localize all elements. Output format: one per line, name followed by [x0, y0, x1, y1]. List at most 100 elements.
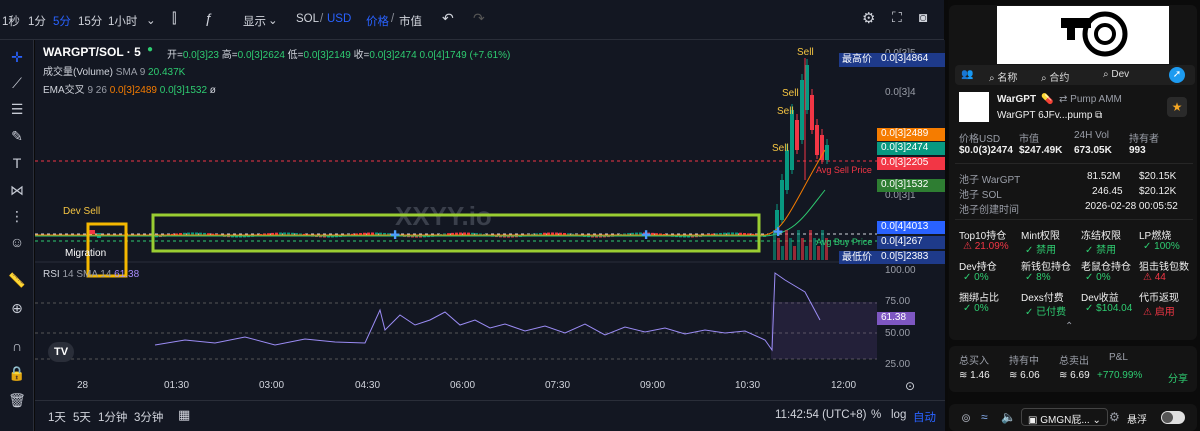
lock-icon[interactable]: 🔒	[7, 363, 27, 383]
tab-contract[interactable]: ⌕ 合约	[1041, 69, 1069, 84]
chevron-down-icon[interactable]: ⌄	[146, 13, 156, 27]
time-tick: 06:00	[450, 380, 476, 391]
float-toggle[interactable]	[1161, 411, 1185, 424]
indicators-icon[interactable]: ƒ	[205, 10, 213, 26]
mcap-toggle[interactable]: 市值	[399, 13, 422, 29]
undo-icon[interactable]: ↶	[442, 10, 454, 27]
candle	[283, 232, 286, 235]
favorite-star-icon[interactable]: ★	[1167, 97, 1187, 117]
dot-icon: ●	[147, 44, 154, 55]
stat-label: 持有者	[1129, 134, 1159, 145]
candle	[543, 232, 546, 235]
candle	[375, 232, 378, 235]
interval-5m[interactable]: 5分	[53, 13, 71, 29]
drawing-toolbar: ✛ ⟋ ☰ ✎ T ⋈ ⋮ ☺ 📏 ⊕ ∩ 🔒 🗑	[0, 40, 34, 431]
pool-v1: 246.45	[1092, 186, 1123, 197]
candle	[551, 232, 554, 235]
metric-label: 新钱包持仓	[1021, 262, 1071, 273]
volume-bar	[789, 238, 792, 260]
usd-toggle[interactable]: USD	[327, 13, 351, 25]
stat-label: 24H Vol	[1074, 130, 1110, 141]
fib-icon[interactable]: ⋮	[7, 206, 27, 226]
camera-icon[interactable]: ◙	[919, 9, 927, 25]
auto-toggle[interactable]: 自动	[913, 409, 936, 425]
candle	[735, 232, 738, 235]
pattern-icon[interactable]: ⋈	[7, 180, 27, 200]
candle	[463, 232, 466, 235]
candle-type-icon[interactable]: ⫿	[172, 10, 176, 27]
magnet-icon[interactable]: ∩	[7, 336, 27, 356]
wave-icon[interactable]: ≈	[981, 410, 988, 424]
range-1d[interactable]: 1天	[48, 409, 66, 425]
trendline-icon[interactable]: ⟋	[7, 73, 27, 93]
fullscreen-icon[interactable]: ⛶	[892, 9, 902, 26]
range-1min[interactable]: 1分钟	[98, 409, 127, 425]
share-arrow-icon[interactable]: ➚	[1169, 67, 1185, 83]
candle	[287, 232, 290, 235]
people-icon[interactable]: 👥	[961, 69, 973, 80]
emoji-icon[interactable]: ☺	[7, 232, 27, 252]
pool-label: 池子 WarGPT	[959, 175, 1021, 186]
ruler-icon[interactable]: 📏	[7, 270, 27, 290]
share-button[interactable]: 分享	[1168, 370, 1188, 385]
stat-mcap: $247.49K	[1019, 145, 1063, 156]
metric-label: Dev持仓	[959, 262, 997, 273]
avg-sell-tag: 0.0[3]2205	[877, 157, 945, 170]
interval-1h[interactable]: 1小时	[108, 13, 137, 29]
metric-value: ⚠ 启用	[1143, 307, 1175, 318]
gear-icon[interactable]: ⚙	[862, 9, 875, 27]
reset-time-icon[interactable]: ⊙	[905, 379, 915, 393]
sell-label: Sell	[782, 88, 799, 99]
clock-label[interactable]: 11:42:54 (UTC+8)	[775, 409, 867, 421]
percent-toggle[interactable]: %	[871, 409, 881, 421]
volume-bar	[801, 238, 804, 260]
range-5d[interactable]: 5天	[73, 409, 91, 425]
sell-label: Sell	[797, 47, 814, 58]
candle	[195, 232, 198, 235]
gear-icon[interactable]: ⚙	[1109, 410, 1120, 424]
token-banner-image	[997, 6, 1169, 64]
chevron-down-icon[interactable]: ⌄	[268, 13, 278, 27]
wifi-icon[interactable]: ⊚	[961, 411, 971, 425]
rsi-band	[771, 302, 877, 359]
volume-bar	[777, 238, 780, 260]
trash-icon[interactable]: 🗑	[7, 390, 27, 410]
range-3min[interactable]: 3分钟	[134, 409, 163, 425]
candle	[459, 232, 462, 235]
buy-marker-icon: ✚	[773, 225, 783, 239]
sol-toggle[interactable]: SOL	[296, 13, 319, 25]
volume-bar	[805, 246, 808, 260]
tab-dev[interactable]: ⌕ Dev	[1103, 69, 1129, 80]
calendar-icon[interactable]: ▦	[178, 407, 190, 423]
pnl-label: 持有中	[1009, 356, 1039, 367]
interval-1m[interactable]: 1分	[28, 13, 46, 29]
tradingview-logo-icon[interactable]: TV	[48, 342, 74, 362]
brush-icon[interactable]: ✎	[7, 126, 27, 146]
rsi-legend: RSI 14 SMA 14 61.38	[43, 269, 140, 280]
chevron-up-icon[interactable]: ⌃	[1065, 321, 1073, 332]
brand-select[interactable]: ▣ GMGN屁... ⌄	[1021, 408, 1108, 426]
avg-buy-label: Avg Buy Price	[816, 237, 873, 247]
horizontal-lines-icon[interactable]: ☰	[7, 99, 27, 119]
candle	[367, 232, 370, 235]
token-sub[interactable]: WarGPT 6JFv...pump ⧉	[997, 110, 1102, 121]
display-button[interactable]: 显示	[243, 13, 266, 29]
price-tick: 0.0[3]4	[885, 87, 916, 98]
interval-1s[interactable]: 1秒	[2, 13, 20, 29]
stat-label: 市值	[1019, 134, 1039, 145]
log-toggle[interactable]: log	[891, 409, 906, 421]
redo-icon[interactable]: ↷	[473, 10, 485, 27]
crosshair-icon[interactable]: ✛	[7, 47, 27, 67]
zoom-in-icon[interactable]: ⊕	[7, 298, 27, 318]
rsi-tick: 100.00	[885, 265, 916, 276]
pool-v1: 2026-02-28 00:05:52	[1085, 201, 1178, 212]
speaker-icon[interactable]: 🔈	[1001, 410, 1016, 424]
interval-15m[interactable]: 15分	[78, 13, 102, 29]
text-icon[interactable]: T	[7, 153, 27, 173]
ema9-tag: 0.0[3]2489	[877, 128, 945, 141]
price-toggle[interactable]: 价格	[366, 13, 389, 29]
candle	[371, 232, 374, 235]
tab-name[interactable]: ⌕ 名称	[989, 69, 1017, 84]
pill-icon: 💊	[1041, 94, 1054, 105]
chart-area[interactable]: XXYY.io ✚ ✚ ✚ WARGPT/SOL · 5 ● 开=0.0[3]23 …	[35, 40, 945, 400]
